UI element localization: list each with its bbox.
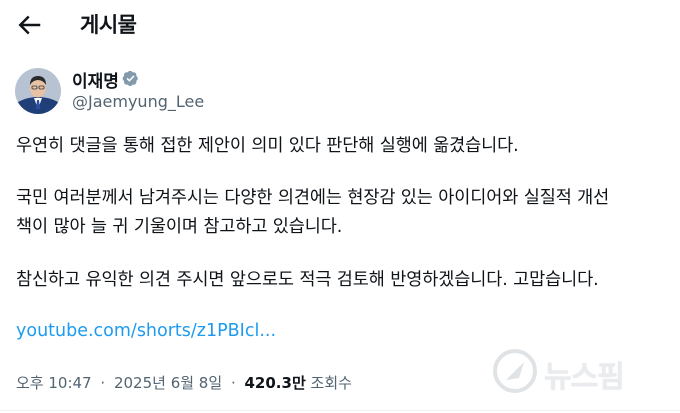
profile-photo bbox=[15, 68, 61, 114]
author-handle[interactable]: @Jaemyung_Lee bbox=[72, 92, 204, 111]
tweet-link[interactable]: youtube.com/shorts/z1PBIcl... bbox=[16, 321, 276, 341]
meta-separator: · bbox=[100, 374, 106, 392]
tweet-text-line: 우연히 댓글을 통해 접한 제안이 의미 있다 판단해 실행에 옮겼습니다. bbox=[16, 136, 519, 156]
tweet-text-line: 책이 많아 늘 귀 기울이며 참고하고 있습니다. bbox=[16, 217, 343, 237]
watermark: 뉴스핌 bbox=[492, 344, 670, 398]
arrow-left-icon bbox=[18, 15, 41, 35]
header-bar: 게시물 bbox=[0, 0, 680, 48]
tweet-text-line: 참신하고 유익한 의견 주시면 앞으로도 적극 검토해 반영하겠습니다. 고맙습… bbox=[16, 270, 599, 290]
views-count: 420.3만 bbox=[244, 374, 306, 392]
divider bbox=[0, 410, 680, 411]
watermark-logo-icon bbox=[493, 349, 537, 393]
back-button[interactable] bbox=[14, 10, 44, 40]
author-name[interactable]: 이재명 bbox=[72, 67, 119, 92]
meta-separator: · bbox=[230, 374, 236, 392]
page-title: 게시물 bbox=[80, 13, 137, 37]
watermark-text: 뉴스핌 bbox=[544, 360, 625, 395]
verified-badge-icon bbox=[122, 70, 138, 87]
tweet-text-line: 국민 여러분께서 남겨주시는 다양한 의견에는 현장감 있는 아이디어와 실질적… bbox=[16, 188, 610, 208]
avatar[interactable] bbox=[15, 68, 61, 114]
tweet-meta: 오후 10:47 · 2025년 6월 8일 · 420.3만 조회수 bbox=[16, 372, 352, 393]
tweet-date[interactable]: 2025년 6월 8일 bbox=[114, 374, 222, 392]
views-label: 조회수 bbox=[310, 374, 352, 392]
tweet-time[interactable]: 오후 10:47 bbox=[16, 374, 92, 392]
